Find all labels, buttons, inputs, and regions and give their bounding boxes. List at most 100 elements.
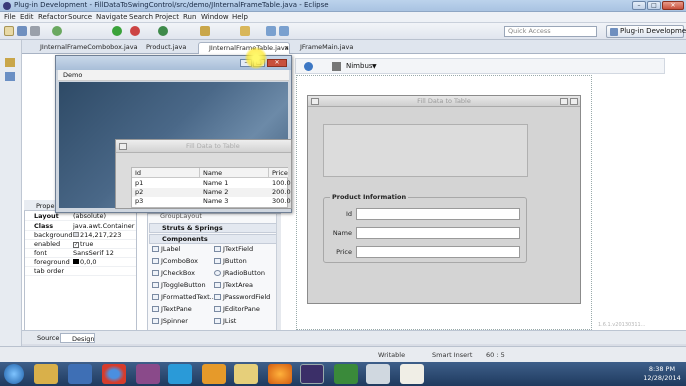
prop-row[interactable]: Class java.awt.Container — [25, 222, 136, 231]
maximize-window-button[interactable]: □ — [647, 1, 661, 10]
prop-row[interactable]: tab order — [25, 267, 136, 276]
close-window-button[interactable]: ✕ — [662, 1, 684, 10]
debug-icon[interactable] — [52, 26, 62, 36]
column-header-name[interactable]: Name — [200, 168, 269, 178]
menu-navigate[interactable]: Navigate — [96, 13, 127, 21]
chrome-icon[interactable] — [102, 364, 126, 384]
menu-edit[interactable]: Edit — [20, 13, 34, 21]
checkbox-icon[interactable]: ✓ — [73, 242, 79, 248]
prop-row[interactable]: enabled ✓ true — [25, 240, 136, 249]
close-tab-icon[interactable]: ✕ — [284, 45, 289, 52]
palette-item[interactable]: JFormattedText... — [152, 293, 216, 302]
open-type-icon[interactable] — [200, 26, 210, 36]
demo-close-button[interactable]: ✕ — [267, 59, 287, 67]
table-row[interactable]: p3 Name 3 300.0 — [132, 197, 291, 206]
back-icon[interactable] — [266, 26, 276, 36]
product-table[interactable]: Id Name Price p1 Name 1 100.0 p2 Name 2 … — [131, 167, 291, 208]
menu-window[interactable]: Window — [201, 13, 229, 21]
explorer-icon[interactable] — [34, 364, 58, 384]
external-tools-icon[interactable] — [130, 26, 140, 36]
palette-item[interactable]: JToggleButton — [152, 281, 206, 290]
palette-item[interactable]: JPasswordField — [214, 293, 270, 302]
properties-tab[interactable]: Prope — [36, 202, 54, 210]
menu-file[interactable]: File — [4, 13, 16, 21]
prop-row[interactable]: background 214,217,223 — [25, 231, 136, 240]
internal-frame-header: Fill Data to Table — [116, 140, 291, 153]
tab-source[interactable]: Source — [26, 333, 59, 343]
files-icon[interactable] — [234, 364, 258, 384]
chevron-down-icon[interactable]: ▼ — [372, 63, 377, 70]
camtasia-icon[interactable] — [334, 364, 358, 384]
prop-row[interactable]: font SansSerif 12 — [25, 249, 136, 258]
menu-project[interactable]: Project — [155, 13, 179, 21]
menu-search[interactable]: Search — [129, 13, 153, 21]
palette-item[interactable]: JList — [214, 317, 236, 326]
table-row[interactable]: p2 Name 2 200.0 — [132, 188, 291, 197]
palette-item[interactable]: JEditorPane — [214, 305, 260, 314]
internal-frame-title: Fill Data to Table — [186, 142, 240, 150]
menu-help[interactable]: Help — [232, 13, 248, 21]
palette-item[interactable]: JTextField — [214, 245, 253, 254]
save-icon[interactable] — [17, 26, 27, 36]
palette-item[interactable]: JLabel — [152, 245, 180, 254]
color-swatch-icon — [73, 259, 79, 264]
menu-source[interactable]: Source — [68, 13, 92, 21]
internal-frame-menu-icon[interactable] — [119, 143, 127, 150]
frame-menu-icon[interactable] — [311, 98, 319, 105]
new-java-class-icon[interactable] — [158, 26, 168, 36]
perspective-button[interactable]: Plug-in Development — [606, 25, 686, 38]
look-and-feel-select[interactable]: Nimbus — [346, 62, 373, 70]
palette-item[interactable]: JButton — [214, 257, 247, 266]
table-scroll-pane[interactable] — [323, 124, 528, 177]
print-icon[interactable] — [30, 26, 40, 36]
firefox-icon[interactable] — [268, 364, 292, 384]
system-clock[interactable]: 8:38 PM 12/28/2014 — [640, 365, 684, 383]
palette-item[interactable]: JRadioButton — [214, 269, 265, 278]
jspinner-icon — [152, 318, 159, 324]
java-icon[interactable] — [400, 364, 424, 384]
column-header-id[interactable]: Id — [132, 168, 200, 178]
package-icon[interactable] — [5, 58, 15, 67]
demo-menu[interactable]: Demo — [63, 71, 82, 79]
media-player-icon[interactable] — [68, 364, 92, 384]
prop-row[interactable]: Layout (absolute) — [25, 212, 136, 221]
palette-category-struts-springs[interactable]: Struts & Springs — [149, 223, 277, 233]
menu-run[interactable]: Run — [183, 13, 196, 21]
tab-jinternalframetable[interactable]: JInternalFrameTable.java — [198, 42, 290, 54]
forward-icon[interactable] — [279, 26, 289, 36]
palette-item[interactable]: JSpinner — [152, 317, 188, 326]
minimize-window-button[interactable]: – — [632, 1, 646, 10]
run-icon[interactable] — [112, 26, 122, 36]
tab-jframemain[interactable]: JFrameMain.java — [290, 42, 353, 54]
frame-close-button[interactable] — [570, 98, 578, 105]
test-gui-icon[interactable] — [304, 62, 313, 71]
notepad-icon[interactable] — [366, 364, 390, 384]
palette-item[interactable]: JCheckBox — [152, 269, 195, 278]
palette-category-components[interactable]: Components — [149, 234, 277, 244]
quick-access-input[interactable]: Quick Access — [504, 26, 597, 37]
palette-item[interactable]: JTextArea — [214, 281, 253, 290]
search-icon[interactable] — [240, 26, 250, 36]
start-button-icon[interactable] — [4, 364, 24, 384]
hierarchy-icon[interactable] — [5, 72, 15, 81]
prop-row[interactable]: foreground 0,0,0 — [25, 258, 136, 267]
id-field[interactable] — [356, 208, 520, 220]
palette-item[interactable]: JTextPane — [152, 305, 192, 314]
tab-design[interactable]: Design — [60, 333, 96, 343]
palette-item-grouplayout[interactable]: GroupLayout — [160, 212, 202, 221]
price-field[interactable] — [356, 246, 520, 258]
column-header-price[interactable]: Price — [269, 168, 288, 178]
menu-refactor[interactable]: Refactor — [38, 13, 67, 21]
frame-maximize-button[interactable] — [560, 98, 568, 105]
skype-icon[interactable] — [168, 364, 192, 384]
outlook-icon[interactable] — [202, 364, 226, 384]
app-icon[interactable] — [136, 364, 160, 384]
palette-item[interactable]: JComboBox — [152, 257, 198, 266]
name-field[interactable] — [356, 227, 520, 239]
tab-jinternalframecombobox[interactable]: JInternalFrameCombobox.java — [30, 42, 138, 54]
palette-scrollbar[interactable] — [276, 214, 281, 331]
eclipse-taskbar-icon[interactable] — [300, 364, 324, 384]
new-icon[interactable] — [4, 26, 14, 36]
tab-product[interactable]: Product.java — [136, 42, 186, 54]
table-row[interactable]: p1 Name 1 100.0 — [132, 179, 291, 188]
